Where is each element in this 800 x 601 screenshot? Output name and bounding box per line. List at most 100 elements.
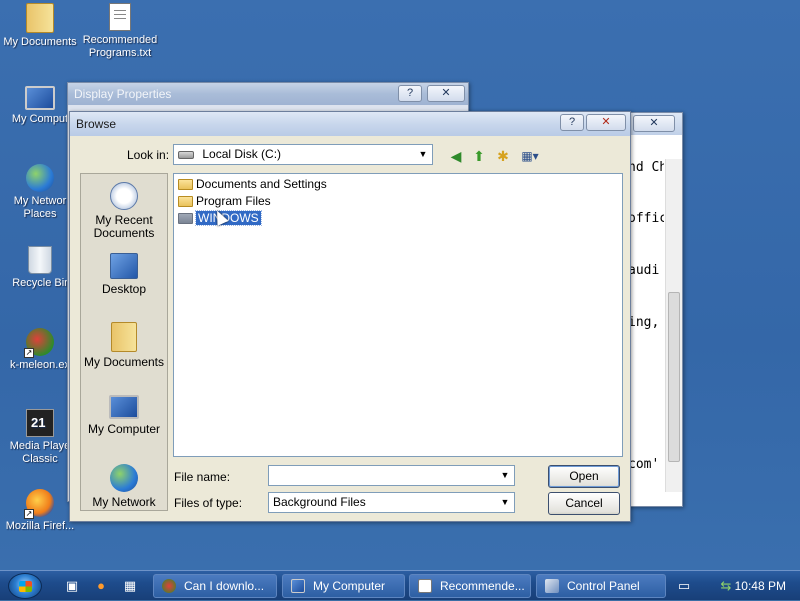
desktop-icon-label: k-meleon.ex xyxy=(10,359,70,371)
recent-documents-icon xyxy=(110,182,138,210)
display-properties-titlebar[interactable]: Display Properties ? ✕ xyxy=(68,83,468,105)
text-line: audi xyxy=(628,263,660,278)
back-arrow-icon[interactable]: ◀ xyxy=(446,146,466,166)
desktop-icon-label: My Comput xyxy=(11,113,69,125)
chevron-down-icon[interactable]: ▼ xyxy=(497,467,513,484)
firefox-icon: ↗ xyxy=(24,489,54,519)
place-label: My Computer xyxy=(87,422,161,436)
list-item[interactable]: Documents and Settings xyxy=(177,176,330,193)
place-my-documents[interactable]: My Documents xyxy=(81,322,167,369)
computer-icon xyxy=(291,579,305,593)
up-folder-icon[interactable]: ⬆ xyxy=(469,146,489,166)
place-label: My Documents xyxy=(83,355,165,369)
start-button[interactable] xyxy=(8,573,42,599)
k-meleon-icon xyxy=(162,579,176,593)
taskbar-item-recommended[interactable]: Recommende... xyxy=(409,574,531,598)
desktop-icon-label: Recycle Bir xyxy=(12,277,68,289)
place-label: Desktop xyxy=(101,282,147,296)
hard-drive-icon xyxy=(178,150,194,159)
recycle-bin-icon xyxy=(28,246,52,274)
file-name: WINDOWS xyxy=(195,210,262,226)
chevron-down-icon[interactable]: ▼ xyxy=(497,494,513,511)
text-line: nd Ch xyxy=(628,160,664,175)
taskbar-item-label: My Computer xyxy=(313,579,386,593)
computer-icon xyxy=(109,395,139,419)
browse-titlebar[interactable]: Browse ? ✕ xyxy=(70,112,630,136)
text-line: offic xyxy=(628,211,664,226)
help-button[interactable]: ? xyxy=(560,114,584,131)
file-name-field[interactable]: ▼ xyxy=(268,465,515,486)
control-panel-icon xyxy=(545,579,559,593)
folder-icon xyxy=(178,196,193,207)
taskbar-item-browser[interactable]: Can I downlo... xyxy=(153,574,277,598)
desktop-icon-my-documents[interactable]: My Documents xyxy=(0,3,80,49)
place-label: My Recent Documents xyxy=(93,213,155,240)
desktop-icon-label: Media Playe Classic xyxy=(9,440,71,465)
desktop-icon xyxy=(110,253,138,279)
folder-icon xyxy=(111,322,137,352)
place-my-recent-documents[interactable]: My Recent Documents xyxy=(81,182,167,240)
vertical-scrollbar[interactable] xyxy=(665,159,682,492)
place-label: My Network xyxy=(92,495,156,509)
network-globe-icon xyxy=(110,464,138,492)
list-item[interactable]: Program Files xyxy=(177,193,274,210)
folder-icon xyxy=(178,179,193,190)
taskbar-item-control-panel[interactable]: Control Panel xyxy=(536,574,666,598)
network-status-icon[interactable]: ⇆ xyxy=(718,578,734,594)
media-player-icon[interactable]: ▦ xyxy=(122,578,138,594)
place-my-computer[interactable]: My Computer xyxy=(81,395,167,436)
look-in-dropdown[interactable]: Local Disk (C:) ▼ xyxy=(173,144,433,165)
views-menu-icon[interactable]: ▦▾ xyxy=(516,146,544,166)
desktop-icon-label: My Networ Places xyxy=(13,195,67,220)
file-type-label: Files of type: xyxy=(174,496,243,510)
file-list[interactable]: Documents and Settings Program Files WIN… xyxy=(173,173,623,457)
look-in-label: Look in: xyxy=(127,148,170,162)
place-my-network[interactable]: My Network xyxy=(81,464,167,509)
browse-dialog: Browse ? ✕ Look in: Local Disk (C:) ▼ ◀ … xyxy=(69,111,631,522)
clock[interactable]: 10:48 PM xyxy=(735,571,786,601)
taskbar: ▣ ● ▦ Can I downlo... My Computer Recomm… xyxy=(0,570,800,600)
k-meleon-icon: ↗ xyxy=(24,328,54,358)
taskbar-item-label: Recommende... xyxy=(440,579,525,593)
look-in-value: Local Disk (C:) xyxy=(202,147,282,161)
file-type-dropdown[interactable]: Background Files ▼ xyxy=(268,492,515,513)
text-document-icon xyxy=(418,579,432,593)
desktop-icon-recommended-programs[interactable]: Recommended Programs.txt xyxy=(80,3,160,60)
desktop-icon-label: My Documents xyxy=(3,36,77,48)
close-button[interactable]: ✕ xyxy=(586,114,626,131)
network-globe-icon xyxy=(26,164,54,192)
file-type-value: Background Files xyxy=(273,495,366,509)
firefox-icon[interactable]: ● xyxy=(93,578,109,594)
chevron-down-icon[interactable]: ▼ xyxy=(415,146,431,163)
text-document-icon xyxy=(109,3,131,31)
keyboard-icon[interactable]: ▭ xyxy=(676,578,692,594)
text-line: com' xyxy=(628,457,660,472)
taskbar-item-label: Control Panel xyxy=(567,579,640,593)
new-folder-icon[interactable]: ✱ xyxy=(493,146,513,166)
close-button[interactable]: ✕ xyxy=(633,115,675,132)
file-name-label: File name: xyxy=(174,470,231,484)
taskbar-item-label: Can I downlo... xyxy=(184,579,265,593)
desktop: My Documents Recommended Programs.txt My… xyxy=(0,0,800,570)
file-name: Documents and Settings xyxy=(196,177,327,191)
folder-icon xyxy=(178,213,193,224)
media-player-icon xyxy=(26,409,54,437)
taskbar-item-my-computer[interactable]: My Computer xyxy=(282,574,405,598)
show-desktop-icon[interactable]: ▣ xyxy=(64,578,80,594)
cancel-button[interactable]: Cancel xyxy=(548,492,620,515)
shortcut-arrow-icon: ↗ xyxy=(24,348,34,358)
text-line: ing, xyxy=(628,315,660,330)
scrollbar-thumb[interactable] xyxy=(668,292,680,462)
computer-icon xyxy=(25,86,55,110)
file-name: Program Files xyxy=(196,194,271,208)
close-button[interactable]: ✕ xyxy=(427,85,465,102)
desktop-icon-label: Mozilla Firef... xyxy=(5,520,75,532)
window-title: Display Properties xyxy=(74,87,172,101)
desktop-icon-label: Recommended Programs.txt xyxy=(82,34,158,59)
help-button[interactable]: ? xyxy=(398,85,422,102)
system-tray: ▭ ⇆ 10:48 PM xyxy=(668,571,800,601)
folder-icon xyxy=(26,3,54,33)
dialog-title: Browse xyxy=(76,117,117,131)
open-button[interactable]: Open xyxy=(548,465,620,488)
place-desktop[interactable]: Desktop xyxy=(81,253,167,296)
